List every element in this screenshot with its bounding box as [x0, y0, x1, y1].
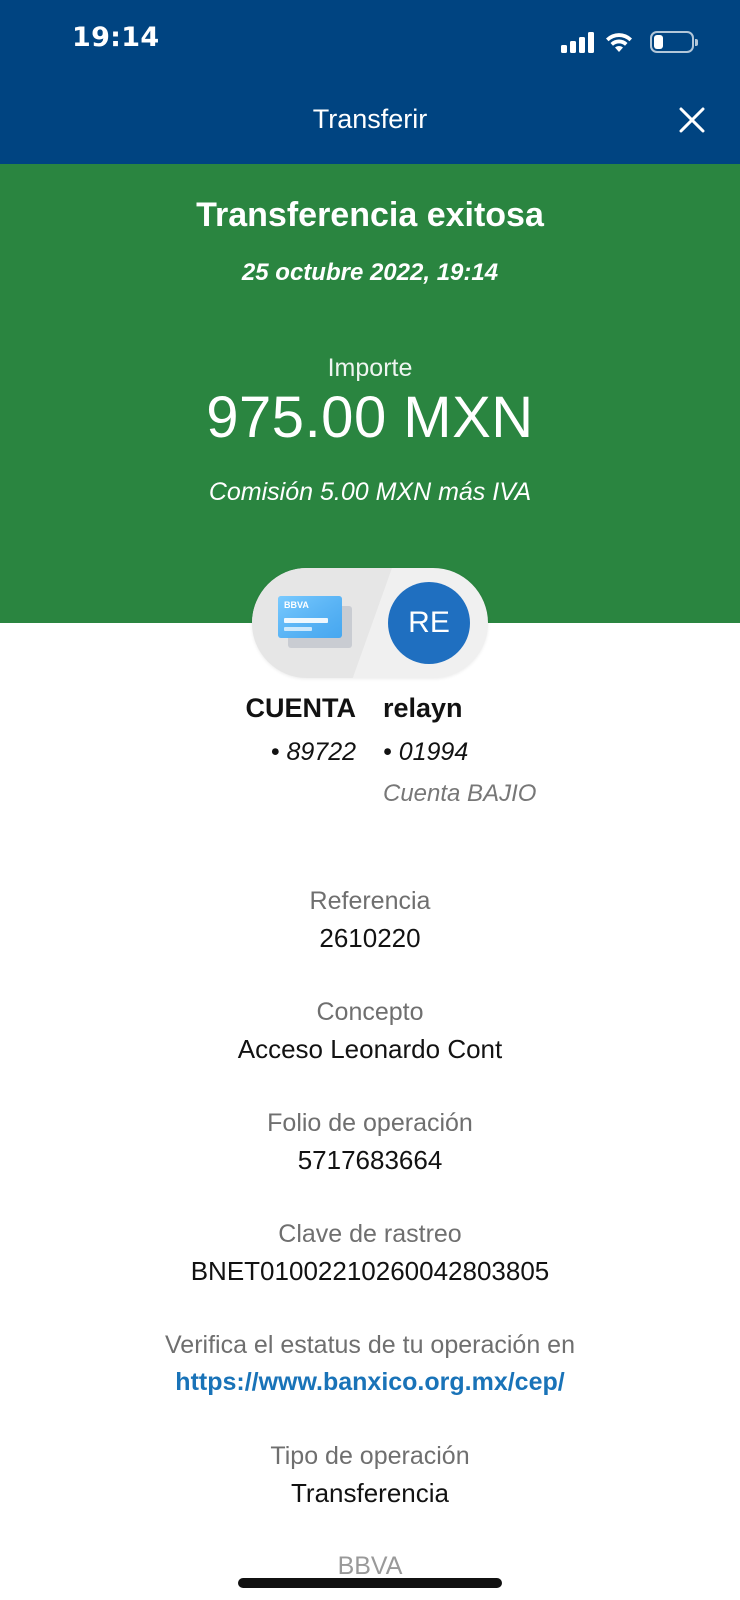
faded-footer-text: BBVA	[337, 1552, 403, 1580]
detail-reference: Referencia 2610220	[0, 884, 740, 995]
transfer-details: Referencia 2610220 Concepto Acceso Leona…	[0, 884, 740, 1550]
detail-value: 5717683664	[297, 1145, 443, 1175]
top-bar: 19:14 Transferir	[0, 0, 740, 164]
bank-card-icon: BBVA	[278, 596, 352, 648]
battery-level	[654, 35, 663, 49]
commission-text: Comisión 5.00 MXN más IVA	[208, 478, 532, 506]
detail-label: Clave de rastreo	[278, 1220, 462, 1248]
destination-account-number: • 01994	[383, 738, 469, 766]
signal-icon	[561, 31, 594, 53]
status-icons	[561, 28, 698, 56]
detail-label: Folio de operación	[267, 1109, 473, 1137]
destination-account-name: relayn	[383, 693, 463, 723]
nav-title: Transferir	[312, 104, 428, 134]
detail-label: Concepto	[316, 998, 424, 1026]
card-brand-text: BBVA	[284, 600, 309, 610]
detail-verify-status: Verifica el estatus de tu operación en h…	[0, 1328, 740, 1439]
wifi-icon	[606, 33, 632, 52]
amount-value: 975.00 MXN	[206, 385, 534, 450]
home-indicator[interactable]	[238, 1578, 502, 1588]
success-banner: Transferencia exitosa 25 octubre 2022, 1…	[0, 164, 740, 623]
close-icon	[679, 107, 705, 133]
origin-account-name: CUENTA	[245, 693, 357, 723]
amount-label: Importe	[327, 354, 413, 382]
detail-tracking-key: Clave de rastreo BNET0100221026004280380…	[0, 1217, 740, 1328]
banxico-cep-link[interactable]: https://www.banxico.org.mx/cep/	[175, 1368, 564, 1396]
destination-bank: Cuenta BAJIO	[383, 780, 537, 807]
detail-operation-type: Tipo de operación Transferencia	[0, 1439, 740, 1550]
detail-label: Tipo de operación	[270, 1442, 470, 1470]
battery-icon	[650, 31, 698, 53]
detail-value: Transferencia	[291, 1478, 449, 1508]
detail-concept: Concepto Acceso Leonardo Cont	[0, 995, 740, 1106]
transfer-date: 25 octubre 2022, 19:14	[241, 259, 499, 286]
status-time: 19:14	[72, 22, 160, 53]
detail-label: Verifica el estatus de tu operación en	[165, 1331, 575, 1359]
recipient-avatar: RE	[388, 582, 470, 664]
detail-folio: Folio de operación 5717683664	[0, 1106, 740, 1217]
detail-value: Acceso Leonardo Cont	[237, 1034, 503, 1064]
success-title: Transferencia exitosa	[196, 196, 544, 234]
close-button[interactable]	[676, 104, 708, 136]
origin-account-number: • 89722	[270, 738, 356, 766]
accounts-pill: BBVA RE	[252, 568, 488, 678]
detail-value: 2610220	[319, 923, 421, 953]
detail-value: BNET01002210260042803805	[190, 1256, 550, 1286]
detail-label: Referencia	[309, 887, 431, 915]
